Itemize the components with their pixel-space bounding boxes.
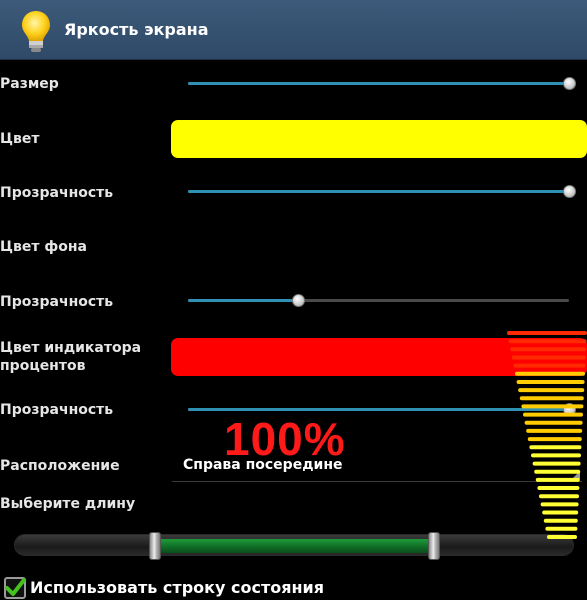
checkmark-icon: [5, 578, 26, 596]
indicator-bar: [531, 453, 581, 458]
indicator-bar: [529, 445, 582, 450]
indicator-bar: [508, 339, 587, 344]
color-label: Цвет: [0, 131, 40, 147]
indicator-bar: [534, 469, 581, 474]
slider-thumb[interactable]: [563, 77, 576, 90]
indicator-bar: [539, 494, 579, 499]
light-bulb-icon: [22, 11, 50, 52]
position-label: Расположение: [0, 458, 120, 474]
indicator-bar: [547, 535, 577, 539]
opacity-slider[interactable]: [188, 183, 576, 201]
range-fill: [154, 539, 434, 553]
title-bar: Яркость экрана: [0, 0, 587, 60]
color-swatch[interactable]: [171, 120, 587, 158]
indicator-bar: [516, 380, 585, 384]
indicator-color-label: Цвет индикатора процентов: [0, 340, 142, 374]
indicator-bar: [524, 420, 583, 425]
slider-fill: [188, 190, 569, 193]
indicator-bar: [542, 510, 579, 515]
indicator-bar: [537, 486, 580, 490]
indicator-bar: [543, 518, 578, 523]
indicator-bar: [511, 355, 586, 360]
indicator-bar: [507, 331, 587, 335]
indicator-bar: [513, 363, 586, 368]
indicator-bar: [518, 388, 585, 393]
indicator-bar: [535, 477, 580, 482]
indicator-bar: [515, 371, 585, 376]
slider-thumb[interactable]: [292, 294, 306, 307]
indicator-bar: [532, 461, 581, 466]
background-color-label[interactable]: Цвет фона: [0, 238, 87, 256]
indicator-bar: [540, 502, 579, 507]
size-slider[interactable]: [188, 75, 576, 93]
size-label: Размер: [0, 76, 59, 92]
slider-fill: [188, 299, 299, 302]
background-opacity-slider[interactable]: [188, 292, 569, 310]
brightness-percent-overlay: 100%: [224, 413, 346, 465]
brightness-indicator-bars: [507, 331, 587, 539]
status-bar-label: Использовать строку состояния: [30, 578, 325, 597]
indicator-bar: [527, 437, 582, 442]
opacity-label: Прозрачность: [0, 185, 114, 201]
indicator-bar: [545, 526, 578, 531]
range-start-handle[interactable]: [148, 532, 161, 560]
length-range-slider[interactable]: [14, 532, 574, 560]
slider-thumb[interactable]: [563, 185, 576, 198]
indicator-bar: [521, 404, 584, 409]
indicator-bar: [526, 428, 583, 433]
indicator-bar: [523, 412, 583, 417]
status-bar-checkbox[interactable]: [4, 577, 26, 599]
length-label: Выберите длину: [0, 496, 136, 512]
indicator-opacity-label: Прозрачность: [0, 402, 114, 418]
page-title: Яркость экрана: [64, 20, 209, 39]
range-end-handle[interactable]: [427, 532, 440, 560]
indicator-bar: [519, 396, 584, 401]
indicator-bar: [510, 347, 587, 352]
background-opacity-label: Прозрачность: [0, 294, 114, 310]
slider-fill: [188, 82, 569, 85]
